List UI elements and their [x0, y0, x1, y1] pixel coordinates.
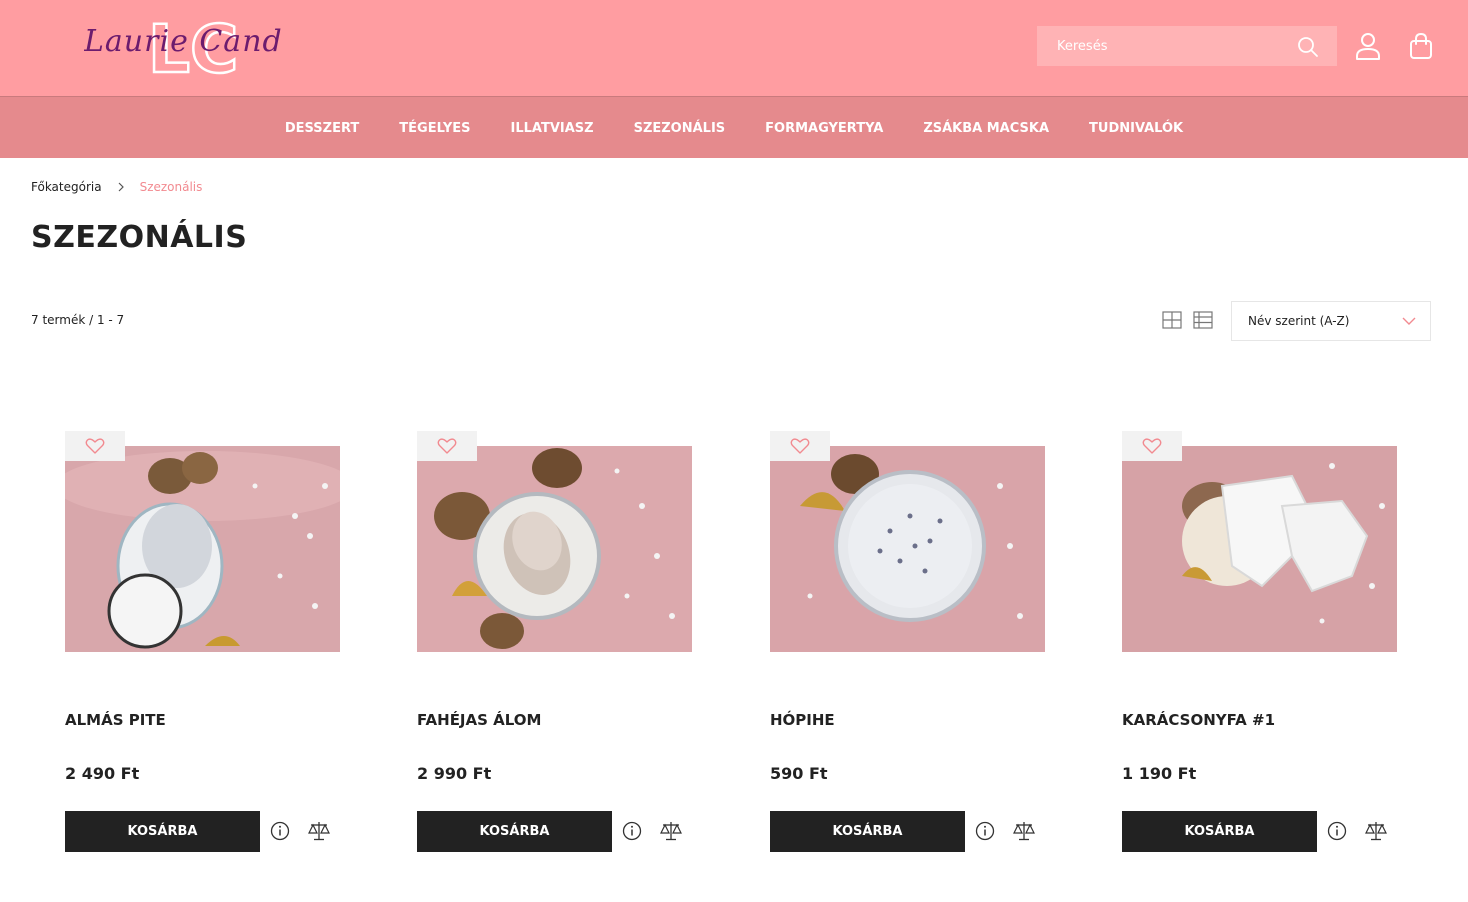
user-icon[interactable] [1355, 32, 1381, 60]
wishlist-button[interactable] [1122, 431, 1182, 461]
compare-icon[interactable] [308, 820, 330, 842]
product-card: KARÁCSONYFA #1 1 190 Ft KOSÁRBA [1122, 431, 1422, 861]
product-card: HÓPIHE 590 Ft KOSÁRBA [770, 431, 1070, 861]
product-price: 590 Ft [770, 764, 828, 783]
add-to-cart-button[interactable]: KOSÁRBA [770, 811, 965, 852]
add-to-cart-button[interactable]: KOSÁRBA [65, 811, 260, 852]
nav-item-tudnivalok[interactable]: TUDNIVALÓK [1089, 121, 1183, 136]
breadcrumb: Főkategória Szezonális [31, 179, 202, 195]
search-input[interactable] [1037, 26, 1277, 66]
main-nav: DESSZERT TÉGELYES ILLATVIASZ SZEZONÁLIS … [0, 96, 1468, 158]
sort-select[interactable]: Név szerint (A-Z) [1231, 301, 1431, 341]
product-image[interactable] [770, 446, 1045, 652]
product-name[interactable]: KARÁCSONYFA #1 [1122, 711, 1275, 729]
product-count: 7 termék / 1 - 7 [31, 313, 125, 327]
add-to-cart-button[interactable]: KOSÁRBA [417, 811, 612, 852]
chevron-down-icon [1402, 317, 1416, 325]
chevron-right-icon [118, 182, 124, 192]
page-title: SZEZONÁLIS [31, 220, 248, 255]
info-icon[interactable] [975, 821, 995, 841]
info-icon[interactable] [270, 821, 290, 841]
nav-item-formagyertya[interactable]: FORMAGYERTYA [765, 121, 883, 136]
product-name[interactable]: ALMÁS PITE [65, 711, 166, 729]
sort-selected-value: Név szerint (A-Z) [1248, 314, 1350, 328]
header: LC Laurie Candle [0, 0, 1468, 96]
search-icon[interactable] [1297, 36, 1319, 58]
info-icon[interactable] [1327, 821, 1347, 841]
nav-item-desszert[interactable]: DESSZERT [285, 121, 359, 136]
product-name[interactable]: FAHÉJAS ÁLOM [417, 711, 541, 729]
logo-text: Laurie Candle [84, 24, 284, 59]
add-to-cart-button[interactable]: KOSÁRBA [1122, 811, 1317, 852]
wishlist-button[interactable] [417, 431, 477, 461]
breadcrumb-home-link[interactable]: Főkategória [31, 180, 102, 194]
list-view-icon[interactable] [1193, 311, 1213, 329]
search-box [1037, 26, 1337, 66]
product-card: ALMÁS PITE 2 490 Ft KOSÁRBA [65, 431, 365, 861]
nav-item-zsakba-macska[interactable]: ZSÁKBA MACSKA [923, 121, 1049, 136]
heart-icon [85, 438, 105, 454]
breadcrumb-current: Szezonális [139, 180, 203, 194]
product-price: 1 190 Ft [1122, 764, 1197, 783]
nav-item-illatviasz[interactable]: ILLATVIASZ [511, 121, 594, 136]
heart-icon [1142, 438, 1162, 454]
cart-icon[interactable] [1408, 32, 1434, 60]
heart-icon [790, 438, 810, 454]
info-icon[interactable] [622, 821, 642, 841]
compare-icon[interactable] [1013, 820, 1035, 842]
product-card: FAHÉJAS ÁLOM 2 990 Ft KOSÁRBA [417, 431, 717, 861]
compare-icon[interactable] [1365, 820, 1387, 842]
heart-icon [437, 438, 457, 454]
nav-item-tegelyes[interactable]: TÉGELYES [399, 121, 470, 136]
wishlist-button[interactable] [65, 431, 125, 461]
site-logo[interactable]: LC Laurie Candle [84, 10, 284, 82]
product-price: 2 490 Ft [65, 764, 140, 783]
product-price: 2 990 Ft [417, 764, 492, 783]
product-image[interactable] [1122, 446, 1397, 652]
product-name[interactable]: HÓPIHE [770, 711, 835, 729]
grid-view-icon[interactable] [1162, 311, 1182, 329]
wishlist-button[interactable] [770, 431, 830, 461]
compare-icon[interactable] [660, 820, 682, 842]
product-image[interactable] [417, 446, 692, 652]
product-image[interactable] [65, 446, 340, 652]
nav-item-szezonalis[interactable]: SZEZONÁLIS [634, 121, 726, 136]
